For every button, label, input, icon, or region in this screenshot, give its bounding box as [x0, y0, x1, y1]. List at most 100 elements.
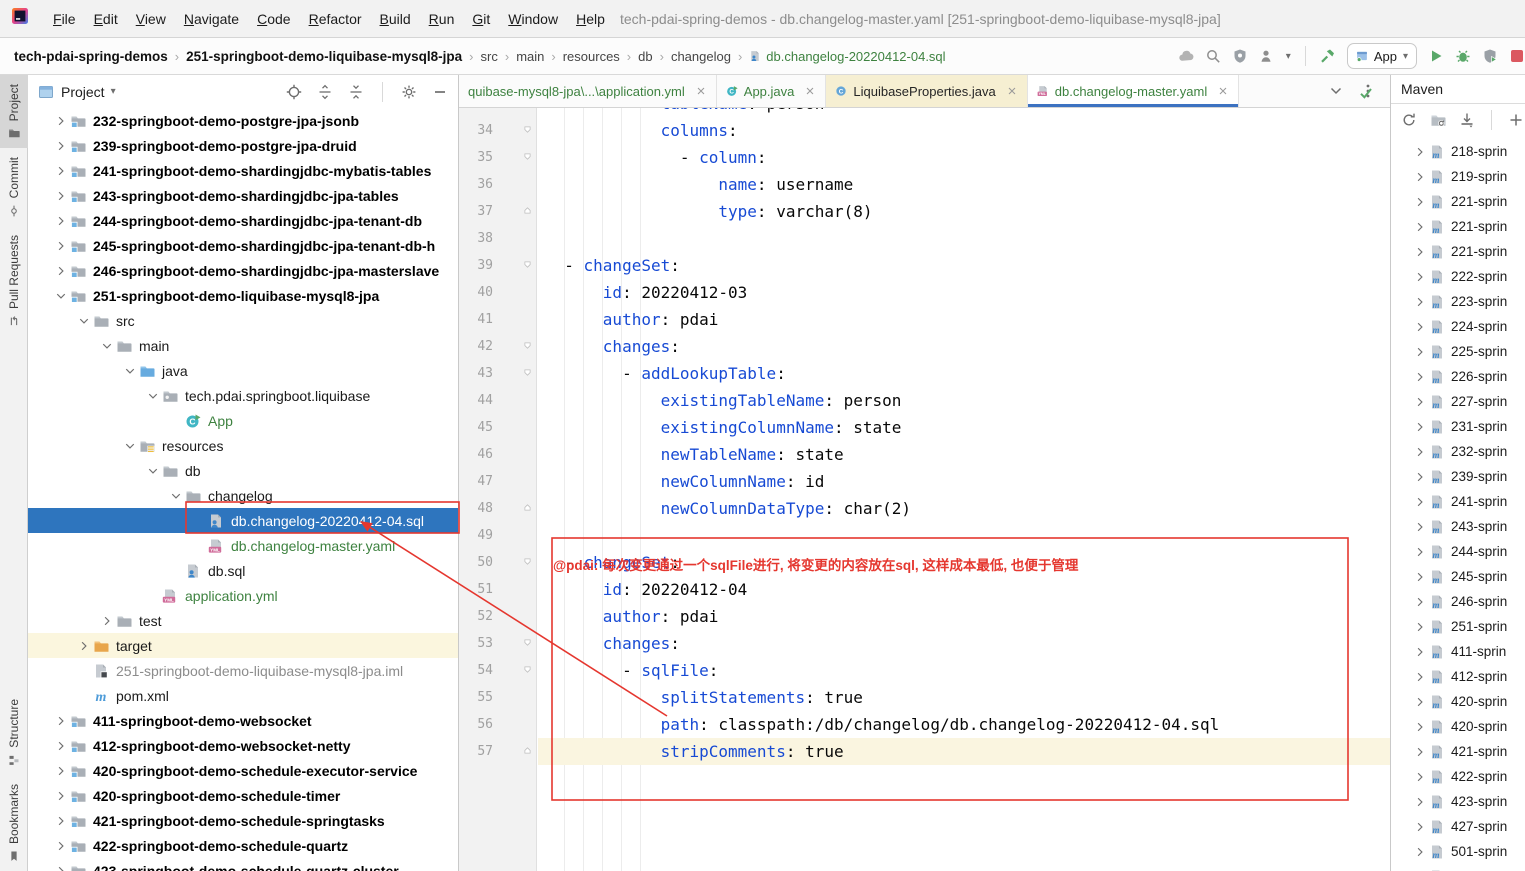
- menu-item-git[interactable]: Git: [463, 11, 499, 27]
- chevron-right-icon[interactable]: [52, 813, 70, 829]
- line-number[interactable]: 57: [459, 744, 493, 759]
- maven-item[interactable]: m 412-sprin: [1391, 664, 1525, 689]
- close-icon[interactable]: [695, 85, 707, 97]
- code-line[interactable]: 57 stripComments: true: [459, 738, 1390, 765]
- tree-row[interactable]: 239-springboot-demo-postgre-jpa-druid: [28, 133, 458, 158]
- refresh-icon[interactable]: [1401, 112, 1417, 128]
- breadcrumb-item[interactable]: 251-springboot-demo-liquibase-mysql8-jpa: [186, 49, 462, 64]
- code-line[interactable]: 47 newColumnName: id: [459, 468, 1390, 495]
- chevron-right-icon[interactable]: [1411, 819, 1429, 835]
- chevron-down-icon[interactable]: [53, 287, 69, 305]
- chevron-right-icon[interactable]: [1411, 694, 1429, 710]
- maven-item[interactable]: m 427-sprin: [1391, 814, 1525, 839]
- inspections-ok-icon[interactable]: [1358, 85, 1374, 101]
- maven-item[interactable]: m 243-sprin: [1391, 514, 1525, 539]
- chevron-down-icon[interactable]: [145, 462, 161, 480]
- tree-row[interactable]: target: [28, 633, 458, 658]
- chevron-right-icon[interactable]: [1411, 769, 1429, 785]
- chevron-right-icon[interactable]: [52, 263, 70, 279]
- code-line[interactable]: 48 newColumnDataType: char(2): [459, 495, 1390, 522]
- chevron-right-icon[interactable]: [1411, 544, 1429, 560]
- tree-row[interactable]: YML db.changelog-master.yaml: [28, 533, 458, 558]
- tree-row[interactable]: tech.pdai.springboot.liquibase: [28, 383, 458, 408]
- chevron-right-icon[interactable]: [1411, 494, 1429, 510]
- breadcrumb-item[interactable]: tech-pdai-spring-demos: [14, 49, 168, 64]
- stripe-item-project[interactable]: Project: [0, 75, 28, 149]
- tree-row[interactable]: 251-springboot-demo-liquibase-mysql8-jpa…: [28, 658, 458, 683]
- maven-item[interactable]: m 422-sprin: [1391, 764, 1525, 789]
- code-line[interactable]: 46 newTableName: state: [459, 441, 1390, 468]
- stripe-item-structure[interactable]: Structure: [0, 690, 28, 775]
- maven-item[interactable]: m 221-sprin: [1391, 189, 1525, 214]
- chevron-right-icon[interactable]: [1411, 344, 1429, 360]
- maven-item[interactable]: m 239-sprin: [1391, 464, 1525, 489]
- line-number[interactable]: 42: [459, 339, 493, 354]
- menu-item-edit[interactable]: Edit: [85, 11, 127, 27]
- run-button[interactable]: [1428, 48, 1444, 64]
- chevron-right-icon[interactable]: [1411, 144, 1429, 160]
- chevron-right-icon[interactable]: [52, 713, 70, 729]
- code-line[interactable]: 41 author: pdai: [459, 306, 1390, 333]
- line-number[interactable]: 50: [459, 555, 493, 570]
- code-line[interactable]: 55 splitStatements: true: [459, 684, 1390, 711]
- chevron-down-icon[interactable]: [99, 337, 115, 355]
- fold-open-icon[interactable]: [493, 341, 537, 353]
- line-number[interactable]: 48: [459, 501, 493, 516]
- chevron-down-icon[interactable]: [168, 487, 184, 505]
- build-hammer-icon[interactable]: [1320, 48, 1336, 64]
- maven-item[interactable]: m 421-sprin: [1391, 739, 1525, 764]
- menu-item-refactor[interactable]: Refactor: [300, 11, 371, 27]
- line-number[interactable]: 34: [459, 123, 493, 138]
- line-number[interactable]: 45: [459, 420, 493, 435]
- plus-icon[interactable]: [1508, 112, 1524, 128]
- tree-row[interactable]: changelog: [28, 483, 458, 508]
- line-number[interactable]: 41: [459, 312, 493, 327]
- menu-item-run[interactable]: Run: [420, 11, 464, 27]
- line-number[interactable]: 36: [459, 177, 493, 192]
- chevron-right-icon[interactable]: [1411, 569, 1429, 585]
- chevron-right-icon[interactable]: [52, 863, 70, 871]
- breadcrumb-item[interactable]: db: [638, 49, 652, 64]
- tree-row[interactable]: 243-springboot-demo-shardingjdbc-jpa-tab…: [28, 183, 458, 208]
- line-number[interactable]: 40: [459, 285, 493, 300]
- code-line[interactable]: 37 type: varchar(8): [459, 198, 1390, 225]
- chevron-right-icon[interactable]: [75, 638, 93, 654]
- chevron-right-icon[interactable]: [1411, 619, 1429, 635]
- tree-row[interactable]: 246-springboot-demo-shardingjdbc-jpa-mas…: [28, 258, 458, 283]
- chevron-right-icon[interactable]: [52, 163, 70, 179]
- stripe-item-commit[interactable]: Commit: [0, 148, 28, 225]
- fold-close-icon[interactable]: [493, 746, 537, 758]
- breadcrumb-item[interactable]: src: [481, 49, 498, 64]
- code-line[interactable]: 34 columns:: [459, 117, 1390, 144]
- line-number[interactable]: 47: [459, 474, 493, 489]
- editor-tab[interactable]: C LiquibaseProperties.java: [826, 75, 1028, 107]
- chevron-right-icon[interactable]: [1411, 194, 1429, 210]
- line-number[interactable]: 38: [459, 231, 493, 246]
- code-line[interactable]: 36 name: username: [459, 171, 1390, 198]
- chevron-right-icon[interactable]: [52, 188, 70, 204]
- search-loupe-icon[interactable]: [1205, 48, 1221, 64]
- code-line[interactable]: 40 id: 20220412-03: [459, 279, 1390, 306]
- run-configuration-select[interactable]: App ▾: [1346, 43, 1417, 69]
- menu-item-build[interactable]: Build: [371, 11, 420, 27]
- line-number[interactable]: 39: [459, 258, 493, 273]
- maven-item[interactable]: m 219-sprin: [1391, 164, 1525, 189]
- tree-row[interactable]: m pom.xml: [28, 683, 458, 708]
- line-number[interactable]: 51: [459, 582, 493, 597]
- tree-row[interactable]: resources: [28, 433, 458, 458]
- tree-row[interactable]: 241-springboot-demo-shardingjdbc-mybatis…: [28, 158, 458, 183]
- maven-item[interactable]: m 420-sprin: [1391, 689, 1525, 714]
- chevron-right-icon[interactable]: [1411, 369, 1429, 385]
- menu-item-file[interactable]: File: [44, 11, 85, 27]
- maven-item[interactable]: m 232-sprin: [1391, 439, 1525, 464]
- tree-row[interactable]: java: [28, 358, 458, 383]
- gear-icon[interactable]: [401, 84, 417, 100]
- line-number[interactable]: 46: [459, 447, 493, 462]
- cloud-icon[interactable]: [1178, 48, 1194, 64]
- debug-bug-icon[interactable]: [1455, 48, 1471, 64]
- chevron-right-icon[interactable]: [1411, 844, 1429, 860]
- tree-row[interactable]: 232-springboot-demo-postgre-jpa-jsonb: [28, 108, 458, 133]
- fold-close-icon[interactable]: [493, 206, 537, 218]
- code-area[interactable]: 33 tableName: person34 columns:35 - colu…: [459, 108, 1390, 871]
- chevron-down-icon[interactable]: [1328, 83, 1344, 99]
